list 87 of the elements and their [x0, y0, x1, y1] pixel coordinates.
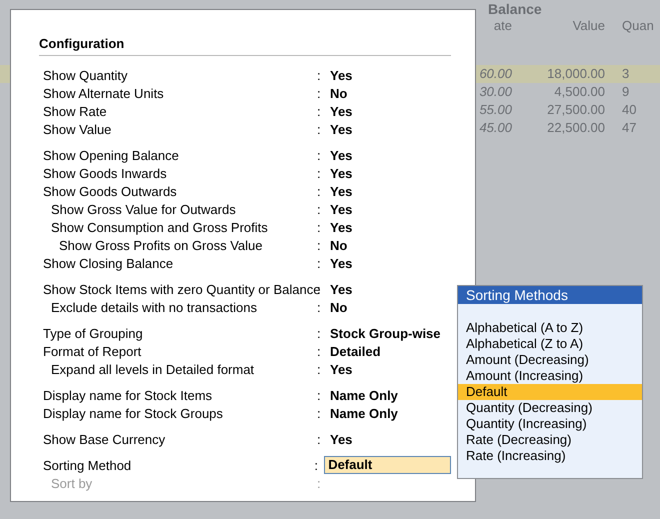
setting-value: No [330, 86, 348, 100]
setting-value: Yes [330, 184, 352, 198]
column-group-heading: Balance [488, 0, 543, 17]
setting-label: Exclude details with no transactions [50, 300, 258, 314]
list-item[interactable]: Alphabetical (Z to A) [458, 336, 642, 352]
list-item[interactable]: Amount (Increasing) [458, 368, 642, 384]
table-cell-text: 22,500.00 [546, 119, 605, 137]
setting-value: Name Only [330, 388, 398, 402]
colon-separator: : [317, 68, 322, 82]
setting-label: Sorting Method [43, 458, 132, 472]
setting-value: Stock Group-wise [330, 326, 441, 340]
setting-value: Yes [330, 122, 352, 136]
table-cell-text: 45.00 [478, 119, 512, 137]
value-field[interactable]: Default [324, 456, 452, 474]
colon-separator: : [317, 476, 322, 490]
setting-value: Yes [330, 282, 352, 296]
table-cell-text: 60.00 [478, 65, 512, 83]
setting-label: Show Alternate Units [43, 86, 165, 100]
setting-label: Display name for Stock Items [43, 388, 214, 402]
colon-separator: : [317, 238, 322, 252]
table-cell-text: 55.00 [478, 101, 512, 119]
table-cell-text: 27,500.00 [546, 101, 605, 119]
list-item[interactable]: Rate (Decreasing) [458, 432, 642, 448]
column-header: Quan [621, 17, 655, 34]
setting-value: Yes [330, 166, 352, 180]
table-cell-text: 40 [621, 101, 638, 119]
colon-separator: : [317, 166, 322, 180]
column-header: Value [572, 17, 605, 34]
colon-separator: : [317, 220, 322, 234]
column-header: ate [492, 17, 512, 34]
setting-label: Expand all levels in Detailed format [50, 362, 256, 376]
list-title: Sorting Methods [458, 286, 642, 304]
colon-separator: : [317, 86, 322, 100]
list-item[interactable]: Alphabetical (A to Z) [458, 320, 642, 336]
setting-label: Show Consumption and Gross Profits [50, 220, 269, 234]
setting-label: Show Quantity [43, 68, 129, 82]
table-cell-text: 30.00 [478, 83, 512, 101]
setting-label: Show Value [43, 122, 112, 136]
colon-separator: : [317, 326, 322, 340]
setting-value: No [330, 238, 348, 252]
setting-value: Yes [330, 362, 352, 376]
list-item[interactable]: Rate (Increasing) [458, 448, 642, 464]
setting-value: Yes [330, 68, 352, 82]
setting-label: Show Closing Balance [43, 256, 174, 270]
table-cell-text: 9 [621, 83, 630, 101]
colon-separator: : [317, 362, 322, 376]
setting-label: Sort by [50, 476, 94, 490]
table-cell-text: 3 [621, 65, 630, 83]
list-item[interactable]: Quantity (Increasing) [458, 416, 642, 432]
colon-separator: : [317, 202, 322, 216]
colon-separator: : [317, 122, 322, 136]
setting-label: Show Rate [43, 104, 108, 118]
list-item[interactable]: Quantity (Decreasing) [458, 400, 642, 416]
colon-separator: : [317, 104, 322, 118]
list-item[interactable]: Amount (Decreasing) [458, 352, 642, 368]
colon-separator: : [314, 458, 319, 472]
setting-label: Show Opening Balance [43, 148, 180, 162]
colon-separator: : [317, 344, 322, 358]
setting-value: Yes [330, 202, 352, 216]
setting-label: Show Base Currency [43, 432, 166, 446]
setting-value: Yes [330, 220, 352, 234]
setting-label: Show Goods Inwards [43, 166, 168, 180]
setting-label: Show Goods Outwards [43, 184, 178, 198]
setting-label: Type of Grouping [43, 326, 144, 340]
colon-separator: : [317, 148, 322, 162]
colon-separator: : [317, 256, 322, 270]
setting-value: Yes [330, 432, 352, 446]
setting-value: Yes [330, 256, 352, 270]
colon-separator: : [317, 300, 322, 314]
setting-label: Format of Report [43, 344, 142, 358]
setting-value: No [330, 300, 348, 314]
table-cell-text: 47 [621, 119, 638, 137]
colon-separator: : [317, 388, 322, 402]
setting-value: Name Only [330, 406, 398, 420]
colon-separator: : [317, 406, 322, 420]
colon-separator: : [317, 184, 322, 198]
setting-value: Detailed [330, 344, 381, 358]
setting-label: Show Gross Value for Outwards [50, 202, 237, 216]
table-cell-text: 18,000.00 [546, 65, 605, 83]
list-item[interactable]: Default [458, 384, 642, 400]
table-cell-text: 4,500.00 [553, 83, 605, 101]
colon-separator: : [317, 432, 322, 446]
dialog-title: Configuration [39, 36, 451, 56]
setting-label: Display name for Stock Groups [43, 406, 224, 420]
setting-value: Yes [330, 104, 352, 118]
setting-label: Show Gross Profits on Gross Value [58, 238, 264, 252]
setting-value: Yes [330, 148, 352, 162]
